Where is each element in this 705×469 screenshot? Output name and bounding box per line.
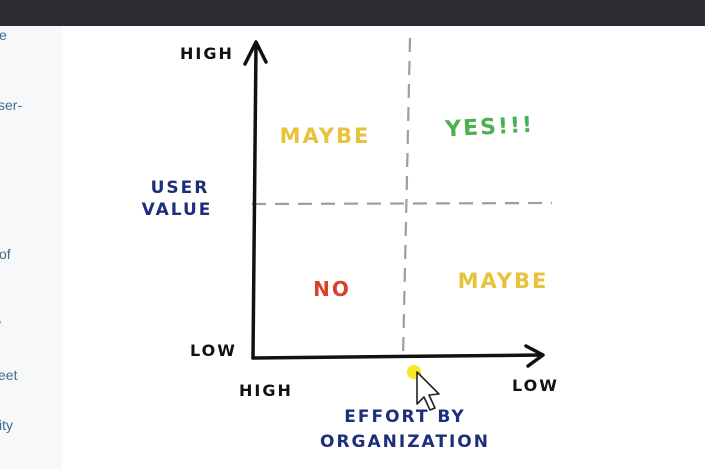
sidebar-link-fragment[interactable]: eet — [0, 367, 17, 383]
mouse-cursor-icon — [407, 365, 440, 411]
horizontal-divider — [251, 201, 553, 206]
quadrant-top-right-label: YES!!! — [444, 113, 535, 143]
priority-matrix-diagram: HIGH LOW USER VALUE HIGH LOW EFFORT BY O… — [142, 37, 559, 452]
window-top-bar — [0, 0, 705, 27]
y-axis-title-line2: VALUE — [142, 200, 213, 220]
sidebar-link-fragment[interactable]: ser- — [0, 97, 22, 113]
sidebar-link-fragment[interactable]: of — [0, 246, 11, 262]
quadrant-top-left-label: MAYBE — [280, 124, 371, 148]
x-axis-high-label: HIGH — [239, 381, 293, 400]
sidebar-link-fragment[interactable]: ity — [0, 417, 13, 433]
sidebar-link-fragment[interactable]: e — [0, 27, 7, 43]
left-sidebar: e ser- of y eet ity — [0, 26, 63, 469]
quadrant-bottom-right-label: MAYBE — [458, 269, 549, 293]
vertical-divider — [401, 37, 412, 359]
diagram-canvas: HIGH LOW USER VALUE HIGH LOW EFFORT BY O… — [62, 26, 705, 469]
y-axis-title-line1: USER — [151, 178, 210, 198]
sidebar-link-fragment[interactable]: y — [0, 316, 1, 332]
x-axis-title-line2: ORGANIZATION — [320, 432, 490, 452]
y-axis-low-label: LOW — [190, 341, 237, 360]
quadrant-bottom-left-label: NO — [313, 277, 351, 301]
x-axis-title-line1: EFFORT BY — [344, 407, 465, 427]
y-axis-high-label: HIGH — [180, 44, 234, 63]
x-axis-line — [251, 353, 544, 360]
x-axis-low-label: LOW — [512, 376, 559, 395]
y-axis-line — [251, 42, 258, 360]
